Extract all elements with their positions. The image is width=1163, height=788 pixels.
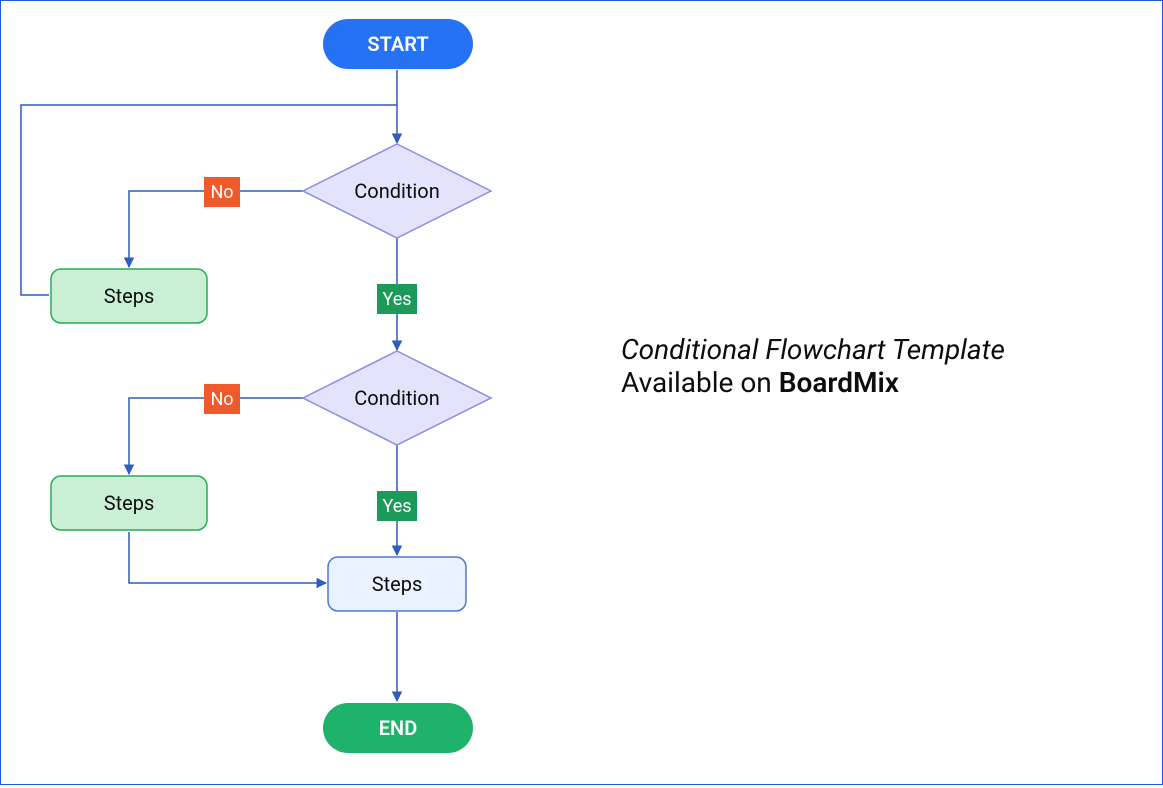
no1-label: No bbox=[210, 182, 233, 203]
condition1-label: Condition bbox=[354, 179, 439, 203]
yes2-label: Yes bbox=[382, 496, 411, 517]
steps-left2-label: Steps bbox=[104, 491, 155, 515]
steps-left2-node: Steps bbox=[51, 476, 207, 530]
end-label: END bbox=[379, 716, 417, 740]
condition1-node: Condition bbox=[303, 144, 491, 238]
condition2-node: Condition bbox=[303, 351, 491, 445]
steps-left1-label: Steps bbox=[104, 284, 155, 308]
no1-tag: No bbox=[204, 177, 240, 207]
caption-line2-pre: Available on bbox=[621, 366, 779, 399]
yes1-label: Yes bbox=[382, 289, 411, 310]
start-label: START bbox=[367, 32, 428, 56]
caption-brand: BoardMix bbox=[779, 366, 899, 399]
start-node: START bbox=[323, 19, 473, 69]
yes1-tag: Yes bbox=[377, 284, 417, 314]
flowchart-canvas: START Condition No Yes Steps Condition N… bbox=[0, 0, 1163, 785]
steps-left1-node: Steps bbox=[51, 269, 207, 323]
caption-line1: Conditional Flowchart Template bbox=[621, 333, 1005, 366]
condition2-label: Condition bbox=[354, 386, 439, 410]
no2-tag: No bbox=[204, 384, 240, 414]
yes2-tag: Yes bbox=[377, 491, 417, 521]
caption: Conditional Flowchart Template Available… bbox=[621, 333, 1005, 399]
edge-steps2-stepsC bbox=[129, 532, 326, 583]
steps-center-node: Steps bbox=[328, 557, 466, 611]
no2-label: No bbox=[210, 389, 233, 410]
caption-line2: Available on BoardMix bbox=[621, 366, 1005, 399]
end-node: END bbox=[323, 703, 473, 753]
steps-center-label: Steps bbox=[372, 572, 423, 596]
